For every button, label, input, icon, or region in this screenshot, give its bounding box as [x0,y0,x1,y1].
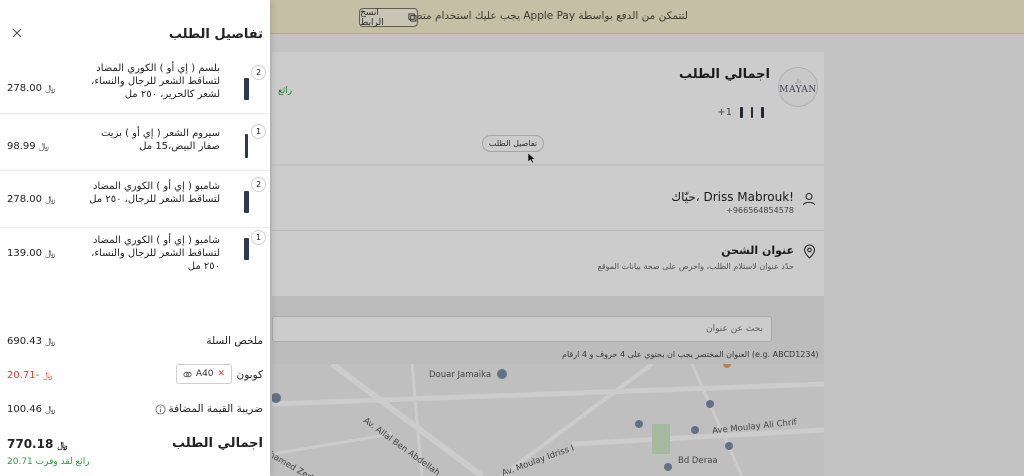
currency-symbol: ﷼ [45,405,56,415]
info-icon[interactable] [155,404,166,415]
vat-label: ضريبة القيمة المضافة [168,403,263,415]
vat-amount: 100.46 [7,404,42,415]
currency-symbol: ﷼ [45,84,56,94]
coupon-discount-value: ﷼ -20.71 [7,370,53,381]
coupon-chip: A40 ✕ [176,364,232,384]
tag-icon [183,371,192,377]
price-value: 98.99 [7,141,36,152]
price-value: 278.00 [7,194,42,205]
order-item-row: 1 سيروم الشعر ( إي أو ) بزيت صفار البيض،… [0,114,270,171]
remove-coupon-icon[interactable]: ✕ [218,369,226,379]
order-total-value: ﷼ 770.18 [7,437,68,451]
product-price: ﷼ 98.99 [7,141,50,152]
currency-symbol: ﷼ [42,371,53,381]
product-name: شامبو ( إي أو ) الكوري المضاد لتساقط الش… [89,181,220,205]
cart-summary-label: ملخص السلة [206,335,263,347]
cart-summary-value: ﷼ 690.43 [7,336,56,347]
currency-symbol: ﷼ [45,195,56,205]
quantity-badge: 2 [251,65,266,80]
vat-value: ﷼ 100.46 [7,404,56,415]
coupon-code: A40 [195,369,214,379]
product-price: ﷼ 278.00 [7,83,56,94]
savings-text: رائع لقد وفرت 20.71 [7,457,90,467]
order-total-amount: 770.18 [7,437,54,451]
price-value: 278.00 [7,83,42,94]
order-total-label: اجمالي الطلب [171,436,263,451]
order-item-row: 1 شامبو ( إي أو ) الكوري المضاد لتساقط ا… [0,228,270,280]
product-name: بلسم ( إي أو ) الكوري المضاد لتساقط الشع… [91,63,220,100]
product-image [236,187,256,213]
quantity-badge: 2 [251,177,266,192]
product-name: سيروم الشعر ( إي أو ) بزيت صفار البيض،15… [100,128,220,152]
coupon-label: كوبون [236,369,263,381]
cart-summary-amount: 690.43 [7,336,42,347]
product-price: ﷼ 139.00 [7,248,56,259]
product-name: شامبو ( إي أو ) الكوري المضاد لتساقط الش… [91,235,220,272]
order-details-drawer: تفاصيل الطلب 2 بلسم ( إي أو ) الكوري الم… [0,0,270,476]
currency-symbol: ﷼ [45,249,56,259]
drawer-header: تفاصيل الطلب [0,0,270,50]
currency-symbol: ﷼ [45,337,56,347]
order-item-row: 2 شامبو ( إي أو ) الكوري المضاد لتساقط ا… [0,171,270,228]
coupon-discount-amount: -20.71 [7,370,40,381]
quantity-badge: 1 [251,230,266,245]
product-price: ﷼ 278.00 [7,194,56,205]
quantity-badge: 1 [251,124,266,139]
drawer-title: تفاصيل الطلب [168,27,263,42]
price-value: 139.00 [7,248,42,259]
currency-symbol: ﷼ [57,441,68,451]
currency-symbol: ﷼ [38,142,49,152]
order-item-row: 2 بلسم ( إي أو ) الكوري المضاد لتساقط ال… [0,50,270,114]
close-icon[interactable] [11,27,23,39]
